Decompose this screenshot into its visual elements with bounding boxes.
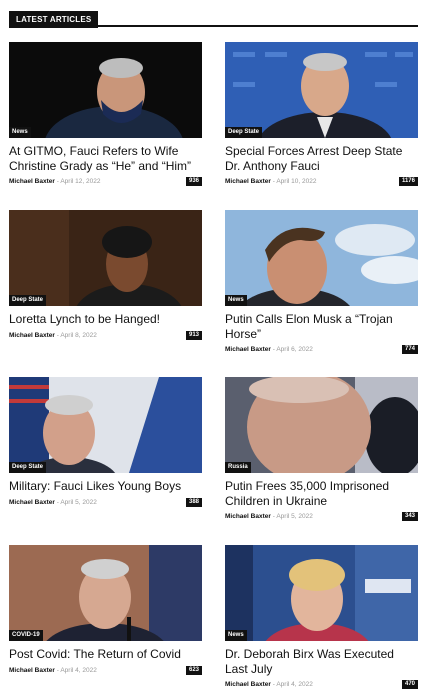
view-count-badge: 388 xyxy=(185,497,202,507)
author-link[interactable]: Michael Baxter xyxy=(225,513,271,520)
article-card: News At GITMO, Fauci Refers to Wife Chri… xyxy=(9,42,202,187)
article-meta: Michael Baxter - April 4, 2022 470 xyxy=(225,680,418,690)
article-card: Deep State Special Forces Arrest Deep St… xyxy=(225,42,418,187)
article-meta: Michael Baxter - April 5, 2022 343 xyxy=(225,512,418,522)
article-meta: Michael Baxter - April 10, 2022 1176 xyxy=(225,177,418,187)
article-date: April 4, 2022 xyxy=(276,681,313,688)
article-thumbnail[interactable]: News xyxy=(9,42,202,138)
thumbnail-image xyxy=(225,377,418,473)
article-title[interactable]: Loretta Lynch to be Hanged! xyxy=(9,312,202,327)
author-link[interactable]: Michael Baxter xyxy=(225,681,271,688)
thumbnail-image xyxy=(9,545,202,641)
article-meta: Michael Baxter - April 6, 2022 774 xyxy=(225,345,418,355)
thumbnail-image xyxy=(225,210,418,306)
category-badge[interactable]: News xyxy=(9,127,31,138)
view-count-badge: 913 xyxy=(185,330,202,340)
article-meta: Michael Baxter - April 8, 2022 913 xyxy=(9,330,202,341)
author-link[interactable]: Michael Baxter xyxy=(9,667,55,674)
meta-separator: - xyxy=(272,681,275,688)
meta-separator: - xyxy=(56,666,59,674)
article-card: Deep State Military: Fauci Likes Young B… xyxy=(9,377,202,508)
article-date: April 5, 2022 xyxy=(60,498,97,506)
article-thumbnail[interactable]: COVID-19 xyxy=(9,545,202,641)
thumbnail-image xyxy=(9,42,202,138)
thumbnail-image xyxy=(9,210,202,306)
article-card: Russia Putin Frees 35,000 Imprisoned Chi… xyxy=(225,377,418,522)
article-card: News Putin Calls Elon Musk a “Trojan Hor… xyxy=(225,210,418,355)
author-link[interactable]: Michael Baxter xyxy=(9,178,55,185)
meta-separator: - xyxy=(272,346,275,353)
meta-separator: - xyxy=(56,331,59,339)
article-thumbnail[interactable]: News xyxy=(225,210,418,306)
article-title[interactable]: Dr. Deborah Birx Was Executed Last July xyxy=(225,647,418,676)
author-link[interactable]: Michael Baxter xyxy=(225,178,271,185)
view-count-badge: 774 xyxy=(401,345,418,354)
article-meta: Michael Baxter - April 5, 2022 388 xyxy=(9,497,202,508)
thumbnail-image xyxy=(9,377,202,473)
article-title[interactable]: Post Covid: The Return of Covid xyxy=(9,647,202,662)
meta-separator: - xyxy=(56,178,59,185)
article-thumbnail[interactable]: Russia xyxy=(225,377,418,473)
thumbnail-image xyxy=(225,545,418,641)
article-title[interactable]: Special Forces Arrest Deep State Dr. Ant… xyxy=(225,144,418,173)
article-card: News Dr. Deborah Birx Was Executed Last … xyxy=(225,545,418,690)
view-count-badge: 936 xyxy=(185,177,202,186)
author-link[interactable]: Michael Baxter xyxy=(9,499,55,506)
article-card: Deep State Loretta Lynch to be Hanged! M… xyxy=(9,210,202,341)
article-title[interactable]: Military: Fauci Likes Young Boys xyxy=(9,479,202,494)
article-title[interactable]: Putin Frees 35,000 Imprisoned Children i… xyxy=(225,479,418,508)
article-thumbnail[interactable]: Deep State xyxy=(225,42,418,138)
view-count-badge: 470 xyxy=(401,680,418,689)
article-date: April 10, 2022 xyxy=(276,178,317,185)
article-date: April 4, 2022 xyxy=(60,666,97,674)
category-badge[interactable]: Deep State xyxy=(225,127,263,138)
category-badge[interactable]: Deep State xyxy=(9,462,47,473)
view-count-badge: 1176 xyxy=(398,177,418,186)
category-badge[interactable]: Russia xyxy=(225,462,251,473)
article-date: April 12, 2022 xyxy=(60,178,101,185)
category-badge[interactable]: Deep State xyxy=(9,295,47,306)
article-title[interactable]: Putin Calls Elon Musk a “Trojan Horse” xyxy=(225,312,418,341)
article-date: April 5, 2022 xyxy=(276,513,313,520)
view-count-badge: 343 xyxy=(401,512,418,521)
article-date: April 6, 2022 xyxy=(276,346,313,353)
meta-separator: - xyxy=(272,178,275,185)
article-thumbnail[interactable]: Deep State xyxy=(9,210,202,306)
article-title[interactable]: At GITMO, Fauci Refers to Wife Christine… xyxy=(9,144,202,173)
article-card: COVID-19 Post Covid: The Return of Covid… xyxy=(9,545,202,676)
category-badge[interactable]: News xyxy=(225,295,247,306)
article-thumbnail[interactable]: Deep State xyxy=(9,377,202,473)
meta-separator: - xyxy=(56,498,59,506)
article-meta: Michael Baxter - April 12, 2022 936 xyxy=(9,177,202,187)
article-thumbnail[interactable]: News xyxy=(225,545,418,641)
meta-separator: - xyxy=(272,513,275,520)
thumbnail-image xyxy=(225,42,418,138)
category-badge[interactable]: News xyxy=(225,630,247,641)
section-title: LATEST ARTICLES xyxy=(9,11,99,28)
section-header: LATEST ARTICLES xyxy=(9,9,418,28)
view-count-badge: 623 xyxy=(185,665,202,675)
author-link[interactable]: Michael Baxter xyxy=(225,346,271,353)
article-meta: Michael Baxter - April 4, 2022 623 xyxy=(9,665,202,676)
author-link[interactable]: Michael Baxter xyxy=(9,332,55,339)
category-badge[interactable]: COVID-19 xyxy=(9,630,43,641)
article-date: April 8, 2022 xyxy=(60,331,97,339)
